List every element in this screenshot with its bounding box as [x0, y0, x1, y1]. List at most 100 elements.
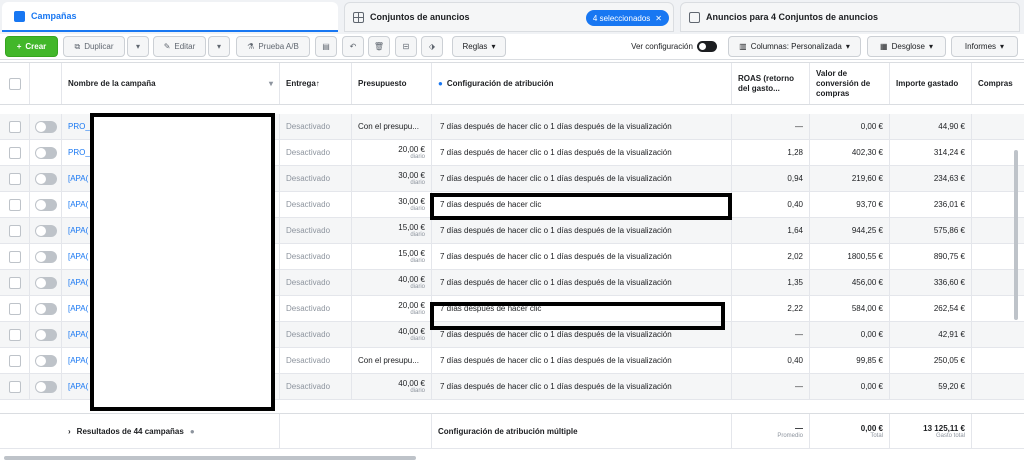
rules-button[interactable]: Reglas ▾: [452, 36, 506, 57]
row-checkbox[interactable]: [8, 224, 21, 237]
row-toggle[interactable]: [34, 354, 57, 367]
header-purchases[interactable]: Compras: [972, 63, 1024, 104]
selected-badge[interactable]: 4 seleccionados ✕: [585, 10, 669, 26]
view-config-toggle[interactable]: Ver configuración: [624, 36, 724, 57]
row-toggle[interactable]: [34, 302, 57, 315]
header-budget-label: Presupuesto: [358, 79, 407, 88]
breakdown-label: Desglose: [891, 42, 925, 51]
row-checkbox[interactable]: [8, 276, 21, 289]
header-delivery[interactable]: Entrega ↑: [280, 63, 352, 104]
budget-sub: diario: [410, 310, 425, 316]
columns-button[interactable]: ▥ Columnas: Personalizada ▾: [728, 36, 861, 57]
spent-value: 234,63 €: [890, 166, 972, 191]
select-all-checkbox[interactable]: [8, 77, 21, 90]
row-toggle[interactable]: [34, 198, 57, 211]
header-purchases-label: Compras: [978, 79, 1013, 88]
budget-cell[interactable]: 40,00 € diario: [352, 374, 432, 399]
budget-cell[interactable]: 40,00 € diario: [352, 270, 432, 295]
budget-cell[interactable]: 40,00 € diario: [352, 322, 432, 347]
edit-dropdown[interactable]: ▾: [208, 36, 230, 57]
purchases-value: [972, 374, 1024, 399]
toggle-switch[interactable]: [696, 41, 717, 52]
row-checkbox[interactable]: [8, 146, 21, 159]
budget-cell[interactable]: Con el presupu...: [352, 114, 432, 139]
spent-value: 336,60 €: [890, 270, 972, 295]
row-toggle[interactable]: [34, 146, 57, 159]
conv-value: 99,85 €: [810, 348, 890, 373]
columns-icon: ▥: [739, 42, 747, 51]
row-checkbox[interactable]: [8, 354, 21, 367]
conv-value: 456,00 €: [810, 270, 890, 295]
tab-ads[interactable]: Anuncios para 4 Conjuntos de anuncios: [680, 2, 1020, 32]
budget-value: 20,00 €: [398, 301, 425, 310]
breakdown-button[interactable]: ▦ Desglose ▾: [867, 36, 946, 57]
info-icon: ●: [438, 79, 443, 88]
undo-button[interactable]: ↶: [342, 36, 364, 57]
close-icon[interactable]: ✕: [655, 14, 662, 23]
row-checkbox-cell: [0, 270, 30, 295]
budget-cell[interactable]: Con el presupu...: [352, 348, 432, 373]
clipboard-button[interactable]: ▤: [315, 36, 337, 57]
chevron-down-icon: ▾: [135, 42, 140, 51]
budget-cell[interactable]: 30,00 € diario: [352, 166, 432, 191]
row-checkbox-cell: [0, 348, 30, 373]
budget-cell[interactable]: 15,00 € diario: [352, 218, 432, 243]
row-checkbox-cell: [0, 218, 30, 243]
row-toggle[interactable]: [34, 120, 57, 133]
row-checkbox[interactable]: [8, 328, 21, 341]
budget-cell[interactable]: 20,00 € diario: [352, 296, 432, 321]
duplicate-button[interactable]: ⧉ Duplicar: [63, 36, 125, 57]
row-checkbox[interactable]: [8, 172, 21, 185]
budget-sub: diario: [410, 180, 425, 186]
row-toggle[interactable]: [34, 250, 57, 263]
reports-button[interactable]: Informes ▾: [951, 36, 1018, 57]
footer-results[interactable]: › Resultados de 44 campañas ●: [62, 414, 280, 448]
trash-icon: 🗑: [373, 42, 385, 51]
row-toggle-cell: [30, 140, 62, 165]
row-checkbox[interactable]: [8, 198, 21, 211]
budget-cell[interactable]: 15,00 € diario: [352, 244, 432, 269]
row-toggle[interactable]: [34, 276, 57, 289]
vertical-scrollbar[interactable]: [1014, 150, 1018, 320]
header-conv-value[interactable]: Valor de conversión de compras: [810, 63, 890, 104]
attribution-setting: 7 días después de hacer clic o 1 días de…: [432, 218, 732, 243]
footer-spent: 13 125,11 € Gasto total: [890, 414, 972, 448]
tab-adsets[interactable]: Conjuntos de anuncios 4 seleccionados ✕: [344, 2, 674, 32]
header-roas[interactable]: ROAS (retorno del gasto...: [732, 63, 810, 104]
tab-campaigns[interactable]: Campañas: [2, 2, 338, 32]
highlight-box: [430, 302, 725, 330]
header-spent[interactable]: Importe gastado: [890, 63, 972, 104]
row-toggle-cell: [30, 322, 62, 347]
create-button[interactable]: + Crear: [5, 36, 58, 57]
duplicate-dropdown[interactable]: ▾: [127, 36, 149, 57]
budget-value: 40,00 €: [398, 327, 425, 336]
row-toggle[interactable]: [34, 380, 57, 393]
row-checkbox[interactable]: [8, 302, 21, 315]
row-checkbox[interactable]: [8, 250, 21, 263]
header-name[interactable]: Nombre de la campaña ▾: [62, 63, 280, 104]
spent-value: 575,86 €: [890, 218, 972, 243]
toggle-header: [30, 63, 62, 104]
horizontal-scrollbar[interactable]: [4, 456, 416, 460]
chevron-down-icon: ▾: [845, 42, 850, 51]
row-checkbox[interactable]: [8, 380, 21, 393]
delete-button[interactable]: 🗑: [368, 36, 390, 57]
ab-test-button[interactable]: ⚗ Prueba A/B: [236, 36, 310, 57]
row-toggle-cell: [30, 244, 62, 269]
ad-icon: [689, 11, 700, 23]
budget-cell[interactable]: 30,00 € diario: [352, 192, 432, 217]
header-budget[interactable]: Presupuesto: [352, 63, 432, 104]
preview-button[interactable]: ⊟: [395, 36, 417, 57]
header-attribution[interactable]: ● Configuración de atribución: [432, 63, 732, 104]
row-toggle[interactable]: [34, 328, 57, 341]
conv-value: 93,70 €: [810, 192, 890, 217]
row-checkbox[interactable]: [8, 120, 21, 133]
row-toggle[interactable]: [34, 172, 57, 185]
tag-button[interactable]: ⬗: [421, 36, 443, 57]
edit-button[interactable]: ✎ Editar: [153, 36, 206, 57]
pencil-icon: ✎: [163, 42, 171, 51]
budget-cell[interactable]: 20,00 € diario: [352, 140, 432, 165]
delivery-status: Desactivado: [280, 244, 352, 269]
row-toggle[interactable]: [34, 224, 57, 237]
toolbar: + Crear ⧉ Duplicar ▾ ✎ Editar ▾ ⚗ Prueba A/B…: [0, 34, 1024, 60]
